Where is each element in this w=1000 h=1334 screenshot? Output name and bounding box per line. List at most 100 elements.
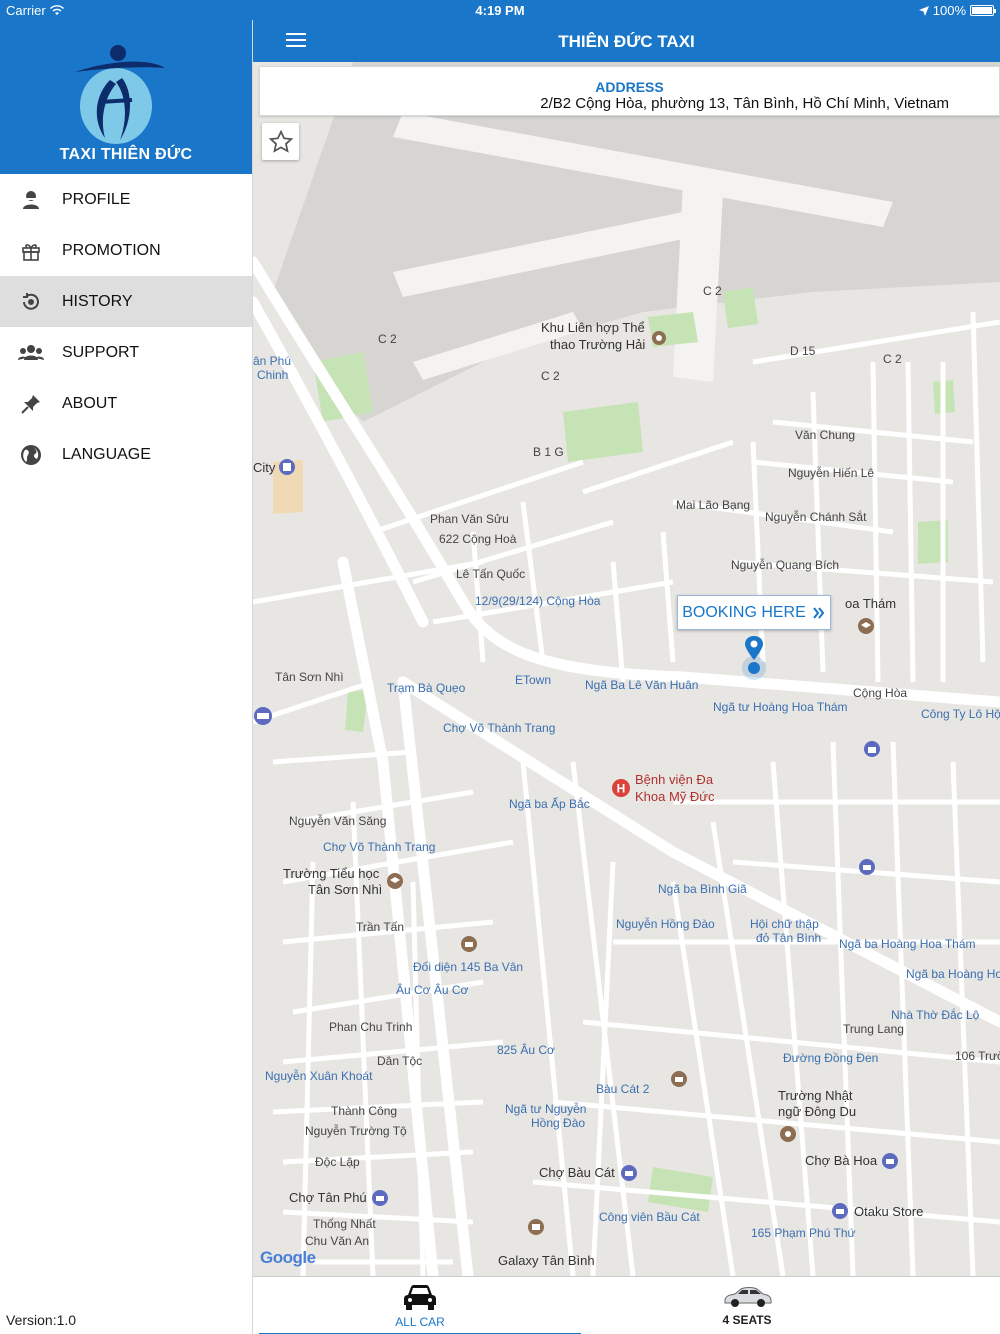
map-label-nguyenxuankhoat: Nguyễn Xuân Khoát (265, 1069, 373, 1083)
booking-here-label: BOOKING HERE (682, 603, 806, 621)
svg-text:H: H (617, 782, 626, 796)
map-label-c2b: C 2 (541, 369, 560, 383)
map-label-aucoauco: Âu Cơ Âu Cơ (396, 983, 469, 997)
map-label-benhvien1: Bệnh viện Đa (635, 772, 714, 787)
map-label-hoichuthap1: Hội chữ thập (750, 917, 819, 931)
map-label-chobaucat: Chợ Bàu Cát (539, 1165, 615, 1180)
map-label-b1g: B 1 G (533, 445, 564, 459)
cart-icon-3 (882, 1153, 898, 1169)
map-label-ngabaapbac: Ngã ba Ấp Bắc (509, 797, 590, 811)
app-root: Carrier 4:19 PM 100% Khu Liên hợp Thể th… (0, 0, 1000, 1334)
map-label-trucs106: 106 Trườ (955, 1049, 1000, 1063)
map-label-chotanphu: Chợ Tân Phú (289, 1190, 367, 1205)
map-label-phu: ân Phú (253, 354, 292, 368)
status-right: 100% (918, 3, 996, 18)
map-view[interactable]: Khu Liên hợp Thể thao Trường Hải C 2 C 2… (253, 62, 1000, 1276)
map-label-doclap: Độc Lập (315, 1155, 360, 1169)
sedan-icon (724, 1287, 772, 1307)
address-label: ADDRESS (595, 79, 664, 95)
store-icon (832, 1203, 848, 1219)
version-label: Version:1.0 (6, 1312, 77, 1328)
cart-icon-4 (372, 1190, 388, 1206)
map-label-phanchutrinh: Phan Chu Trinh (329, 1020, 413, 1034)
map-label-truongnhat1: Trường Nhật (778, 1088, 853, 1103)
school-icon (858, 618, 874, 634)
map-label-nguyenhienle: Nguyễn Hiến Lê (788, 466, 875, 480)
tab-all-car-label: ALL CAR (395, 1315, 445, 1329)
map-label-galaxy: Galaxy Tân Bình (498, 1253, 595, 1268)
menu-label-language: LANGUAGE (62, 445, 151, 463)
map-label-mailaobang: Mai Lão Bạng (676, 498, 751, 512)
map-label-khu2: thao Trường Hải (550, 337, 646, 352)
map-label-tramquacbaqueo: Trạm Bà Quẹo (387, 681, 466, 695)
menu-item-promotion[interactable]: PROMOTION (0, 225, 252, 276)
user-icon (18, 187, 44, 213)
map-label-conghoa622: 622 Cộng Hoà (439, 532, 517, 546)
map-label-c2c: C 2 (703, 284, 722, 298)
atm-icon (254, 707, 272, 725)
star-outline-icon (268, 129, 293, 153)
map-label-chovothanhtrang2: Chợ Võ Thành Trang (323, 840, 436, 854)
globe-icon (18, 442, 44, 468)
map-label-vanchung: Văn Chung (795, 428, 856, 442)
map-label-c2a: C 2 (378, 332, 397, 346)
booking-here-button[interactable]: BOOKING HERE (677, 595, 831, 630)
map-label-conghoa: Cộng Hòa (853, 686, 908, 700)
map-label-chovothanhtrang: Chợ Võ Thành Trang (443, 721, 556, 735)
map-label-nhatho: Nhà Thờ Đắc Lộ (891, 1008, 980, 1022)
page-title: THIÊN ĐỨC TAXI (558, 32, 695, 51)
map-label-ngatunguyen1: Ngã tư Nguyễn (505, 1102, 587, 1116)
map-label-chobahoa: Chợ Bà Hoa (805, 1153, 878, 1168)
map-label-ngatunguyen2: Hồng Đào (531, 1116, 586, 1130)
drawer-menu: PROFILE PROMOTION HISTORY SUPPORT ABOUT … (0, 174, 252, 480)
shop-icon (864, 741, 880, 757)
menu-label-support: SUPPORT (62, 343, 140, 361)
map-label-ngabalevanhuan: Ngã Ba Lê Văn Huân (585, 678, 699, 692)
battery-percent: 100% (932, 3, 966, 18)
map-label-truongnhat2: ngữ Đông Du (778, 1104, 857, 1119)
tab-all-car[interactable]: ALL CAR (259, 1277, 581, 1334)
museum-icon (461, 936, 477, 952)
map-label-benhvien2: Khoa Mỹ Đức (635, 789, 715, 804)
map-label-congtylohoi: Công Ty Lô Hội (921, 707, 1000, 721)
map-label-thanhcong: Thành Công (331, 1104, 398, 1118)
map-label-dantoc: Dân Tộc (377, 1054, 423, 1068)
map-label-doidien145: Đối diện 145 Ba Vân (413, 960, 524, 974)
map-label-nguyenchanhsat: Nguyễn Chánh Sắt (765, 510, 867, 524)
map-label-city: City (253, 460, 276, 475)
address-value: 2/B2 Cộng Hòa, phường 13, Tân Bình, Hồ C… (540, 95, 949, 112)
favorite-button[interactable] (262, 123, 299, 160)
school-icon-2 (387, 873, 403, 889)
menu-label-about: ABOUT (62, 394, 118, 412)
menu-item-about[interactable]: ABOUT (0, 378, 252, 429)
map-label-truongtieuhoc1: Trường Tiểu học (283, 866, 380, 881)
tab-4-seats[interactable]: 4 SEATS (597, 1277, 897, 1334)
location-arrow-icon (918, 5, 929, 16)
cart-icon-2 (621, 1165, 637, 1181)
map-label-chuvanan: Chu Văn An (305, 1234, 370, 1248)
menu-item-support[interactable]: SUPPORT (0, 327, 252, 378)
map-label-c2d: C 2 (883, 352, 902, 366)
battery-icon (970, 5, 996, 16)
map-label-ngatuhoanghoatham: Ngã tư Hoàng Hoa Thám (713, 700, 848, 714)
cinema-icon (528, 1219, 544, 1235)
map-label-ngabahoanghoatham: Ngã ba Hoàng Hoa Thám (839, 937, 976, 951)
map-label-nguyenvansang: Nguyễn Văn Săng (289, 814, 387, 828)
double-chevron-right-icon (813, 606, 825, 619)
school-icon-3 (780, 1126, 796, 1142)
menu-item-profile[interactable]: PROFILE (0, 174, 252, 225)
map-label-truongtieuhoc2: Tân Sơn Nhì (308, 882, 383, 897)
menu-label-history: HISTORY (62, 292, 133, 310)
map-label-tham: oa Thám (845, 596, 897, 611)
map-label-trantan: Trần Tấn (356, 920, 405, 934)
car-icon (404, 1285, 436, 1310)
map-label-letanquoc: Lê Tấn Quốc (456, 567, 526, 581)
address-card[interactable]: ADDRESS 2/B2 Cộng Hòa, phường 13, Tân Bì… (259, 66, 1000, 116)
tab-4-seats-label: 4 SEATS (722, 1313, 772, 1327)
google-attribution: Google (260, 1248, 316, 1268)
location-pin-icon[interactable] (740, 632, 768, 680)
menu-item-history[interactable]: HISTORY (0, 276, 252, 327)
cart-icon (859, 859, 875, 875)
map-label-tansonnhi: Tân Sơn Nhì (275, 670, 344, 684)
menu-item-language[interactable]: LANGUAGE (0, 429, 252, 480)
